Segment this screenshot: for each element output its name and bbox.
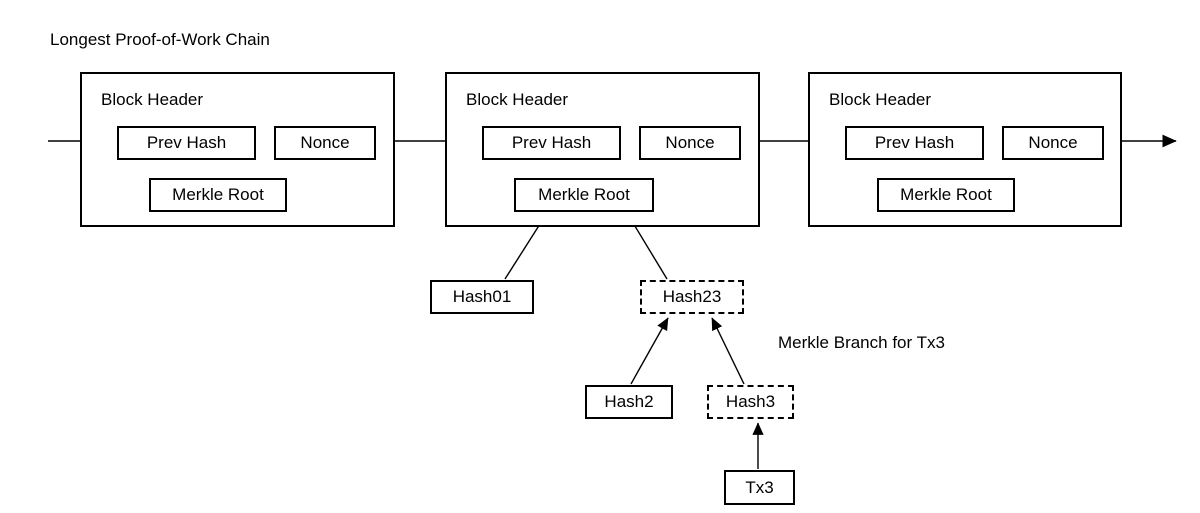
block-2-merkle-root-field: Merkle Root — [514, 178, 654, 212]
diagram-canvas: Longest Proof-of-Work Chain Block Header… — [0, 0, 1200, 513]
diagram-title: Longest Proof-of-Work Chain — [50, 30, 270, 49]
block-1: Block Header Prev Hash Nonce Merkle Root — [80, 72, 395, 227]
block-1-nonce-field: Nonce — [274, 126, 376, 160]
merkle-node-hash2: Hash2 — [585, 385, 673, 419]
arrow-hash2-to-hash23 — [630, 317, 669, 385]
merkle-node-hash3: Hash3 — [707, 385, 794, 419]
block-3-merkle-root-field: Merkle Root — [877, 178, 1015, 212]
block-3: Block Header Prev Hash Nonce Merkle Root — [808, 72, 1122, 227]
block-1-merkle-root-field: Merkle Root — [149, 178, 287, 212]
block-2-header-label: Block Header — [466, 90, 569, 109]
block-2-nonce-field: Nonce — [639, 126, 741, 160]
merkle-branch-annotation: Merkle Branch for Tx3 — [778, 333, 945, 352]
merkle-node-tx3: Tx3 — [724, 470, 795, 505]
merkle-node-hash01: Hash01 — [430, 280, 534, 314]
block-1-prev-hash-field: Prev Hash — [117, 126, 256, 160]
block-1-header-label: Block Header — [101, 90, 204, 109]
block-3-prev-hash-field: Prev Hash — [845, 126, 984, 160]
block-3-header-label: Block Header — [829, 90, 932, 109]
block-2: Block Header Prev Hash Nonce Merkle Root — [445, 72, 760, 227]
merkle-node-hash23: Hash23 — [640, 280, 744, 314]
arrow-hash3-to-hash23 — [711, 317, 745, 385]
block-2-prev-hash-field: Prev Hash — [482, 126, 621, 160]
block-3-nonce-field: Nonce — [1002, 126, 1104, 160]
